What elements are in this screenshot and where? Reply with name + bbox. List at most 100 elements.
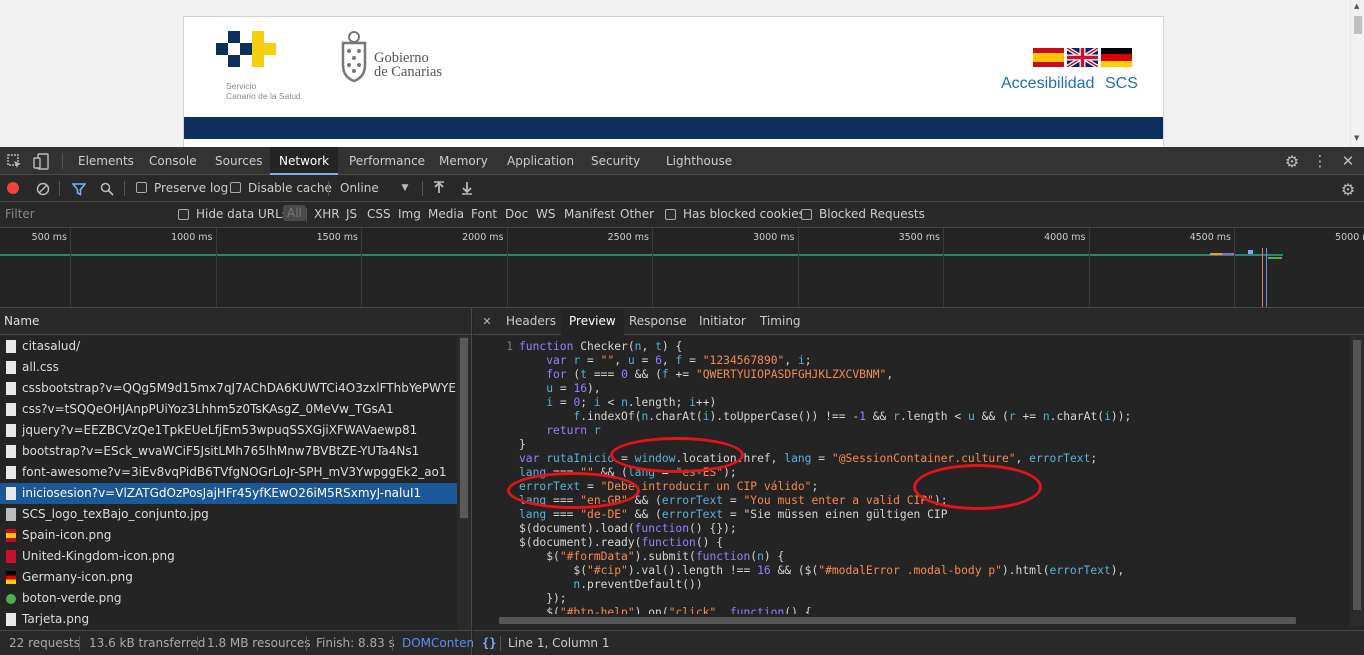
tab-preview[interactable]: Preview xyxy=(561,308,624,335)
gobierno-canarias-logo[interactable]: Gobierno de Canarias xyxy=(340,31,442,87)
uk-flag-icon[interactable] xyxy=(1067,48,1098,67)
filter-type-doc[interactable]: Doc xyxy=(505,207,528,221)
gob-logo-line1: Gobierno xyxy=(374,50,429,66)
code-line: var r = "", u = 6, f = "1234567890", i; xyxy=(546,354,812,367)
tab-security[interactable]: Security xyxy=(582,147,649,175)
filter-input[interactable]: Filter xyxy=(0,202,168,227)
code-line: i = 0; i < n.length; i++) xyxy=(546,396,717,409)
hide-data-urls-label: Hide data URLs xyxy=(196,207,289,221)
export-har-icon[interactable] xyxy=(460,180,474,196)
request-name: font-awesome?v=3iEv8vqPidB6TVfgNOGrLoJr-… xyxy=(22,465,447,479)
timeline-segment xyxy=(1268,257,1282,259)
request-row[interactable]: font-awesome?v=3iEv8vqPidB6TVfgNOGrLoJr-… xyxy=(0,462,457,483)
throttling-select[interactable]: Online xyxy=(340,181,379,195)
scs-link[interactable]: SCS xyxy=(1105,75,1138,93)
file-icon xyxy=(6,571,16,584)
request-row[interactable]: all.css xyxy=(0,357,457,378)
germany-flag-icon[interactable] xyxy=(1101,48,1132,67)
clear-icon[interactable] xyxy=(35,181,50,196)
request-row[interactable]: Germany-icon.png xyxy=(0,567,457,588)
network-settings-gear-icon[interactable]: ⚙ xyxy=(1339,180,1357,199)
disable-cache-checkbox[interactable] xyxy=(230,182,241,193)
scroll-down-icon[interactable]: ▼ xyxy=(1354,134,1359,142)
page-scroll-thumb[interactable] xyxy=(1354,16,1362,34)
pretty-print-icon[interactable]: {} xyxy=(482,631,496,655)
code-line: } xyxy=(519,438,526,451)
network-overview-timeline[interactable]: 500 ms 1000 ms 1500 ms 2000 ms 2500 ms 3000 m… xyxy=(0,228,1364,308)
request-name: citasalud/ xyxy=(22,339,81,353)
tab-network[interactable]: Network xyxy=(270,147,339,175)
device-toolbar-icon[interactable] xyxy=(32,152,50,170)
request-row[interactable]: bootstrap?v=ESck_wvaWCiF5JsitLMh765lhMnw… xyxy=(0,441,457,462)
requests-scrollbar[interactable] xyxy=(457,336,471,634)
more-options-icon[interactable]: ⋮ xyxy=(1312,152,1328,170)
timeline-gridline xyxy=(215,228,217,307)
timeline-tick-label: 1500 ms xyxy=(316,232,358,243)
request-row[interactable]: jquery?v=EEZBCVzQe1TpkEUeLfjEm53wpuqSSXG… xyxy=(0,420,457,441)
import-har-icon[interactable] xyxy=(432,180,446,196)
cursor-position: Line 1, Column 1 xyxy=(508,636,610,650)
request-row[interactable]: css?v=tSQQeOHJAnpPUiYoz3Lhhm5z0TsKAsgZ_0… xyxy=(0,399,457,420)
request-row[interactable]: cssbootstrap?v=QQg5M9d15mx7qJ7AChDA6KUWT… xyxy=(0,378,457,399)
file-icon xyxy=(6,445,16,458)
timeline-tick-label: 3500 ms xyxy=(898,232,940,243)
filter-icon[interactable] xyxy=(71,181,86,196)
hide-data-urls-checkbox[interactable] xyxy=(178,209,189,220)
requests-scroll-thumb[interactable] xyxy=(460,338,468,518)
code-scroll-thumb[interactable] xyxy=(1353,340,1361,610)
close-devtools-icon[interactable]: ✕ xyxy=(1339,152,1357,170)
request-row[interactable]: citasalud/ xyxy=(0,336,457,357)
request-row[interactable]: Spain-icon.png xyxy=(0,525,457,546)
request-row[interactable]: Tarjeta.png xyxy=(0,609,457,630)
blocked-requests-checkbox[interactable] xyxy=(801,209,812,220)
tab-application[interactable]: Application xyxy=(498,147,583,175)
request-name: all.css xyxy=(22,360,59,374)
accesibilidad-link[interactable]: Accesibilidad xyxy=(1001,75,1094,93)
filter-type-other[interactable]: Other xyxy=(620,207,654,221)
inspect-element-icon[interactable] xyxy=(6,153,22,169)
scroll-up-icon[interactable]: ▲ xyxy=(1354,2,1359,10)
scs-logo-line1: Servicio xyxy=(226,81,257,91)
filter-type-js[interactable]: JS xyxy=(346,207,357,221)
tab-headers[interactable]: Headers xyxy=(498,308,564,335)
record-icon[interactable] xyxy=(6,181,20,195)
code-horizontal-scrollbar[interactable] xyxy=(473,614,1349,626)
search-icon[interactable] xyxy=(99,181,114,196)
tab-sources[interactable]: Sources xyxy=(206,147,271,175)
request-row[interactable]: United-Kingdom-icon.png xyxy=(0,546,457,567)
settings-gear-icon[interactable]: ⚙ xyxy=(1283,152,1301,171)
tab-timing[interactable]: Timing xyxy=(752,308,809,335)
code-vertical-scrollbar[interactable] xyxy=(1350,336,1364,626)
close-details-icon[interactable]: ✕ xyxy=(480,314,494,328)
spain-flag-icon[interactable] xyxy=(1033,48,1064,67)
file-icon xyxy=(6,613,16,626)
page-scrollbar[interactable]: ▲ ▼ xyxy=(1350,0,1364,147)
annotation-circle-de xyxy=(913,464,1042,510)
transferred-size: 13.6 kB transferred xyxy=(89,636,206,650)
filter-type-img[interactable]: Img xyxy=(398,207,421,221)
dropdown-arrow-icon[interactable]: ▼ xyxy=(399,181,411,195)
request-name: boton-verde.png xyxy=(22,591,122,605)
filter-type-font[interactable]: Font xyxy=(471,207,497,221)
tab-lighthouse[interactable]: Lighthouse xyxy=(657,147,741,175)
tab-initiator[interactable]: Initiator xyxy=(691,308,754,335)
filter-type-manifest[interactable]: Manifest xyxy=(564,207,615,221)
code-hscroll-thumb[interactable] xyxy=(499,617,1296,624)
request-row[interactable]: iniciosesion?v=VlZATGdOzPosJajHFr45yfKEw… xyxy=(0,483,457,504)
filter-type-ws[interactable]: WS xyxy=(536,207,555,221)
tab-memory[interactable]: Memory xyxy=(430,147,497,175)
request-name: Germany-icon.png xyxy=(22,570,133,584)
request-row[interactable]: SCS_logo_texBajo_conjunto.jpg xyxy=(0,504,457,525)
tab-response[interactable]: Response xyxy=(621,308,695,335)
has-blocked-cookies-checkbox[interactable] xyxy=(665,209,676,220)
filter-type-all[interactable]: All xyxy=(283,205,306,221)
filter-type-css[interactable]: CSS xyxy=(367,207,391,221)
preserve-log-checkbox[interactable] xyxy=(136,182,147,193)
filter-type-media[interactable]: Media xyxy=(428,207,464,221)
name-column-header[interactable]: Name xyxy=(0,308,471,335)
tab-elements[interactable]: Elements xyxy=(69,147,143,175)
request-row[interactable]: boton-verde.png xyxy=(0,588,457,609)
filter-type-xhr[interactable]: XHR xyxy=(314,207,340,221)
tab-console[interactable]: Console xyxy=(140,147,206,175)
tab-performance[interactable]: Performance xyxy=(340,147,434,175)
